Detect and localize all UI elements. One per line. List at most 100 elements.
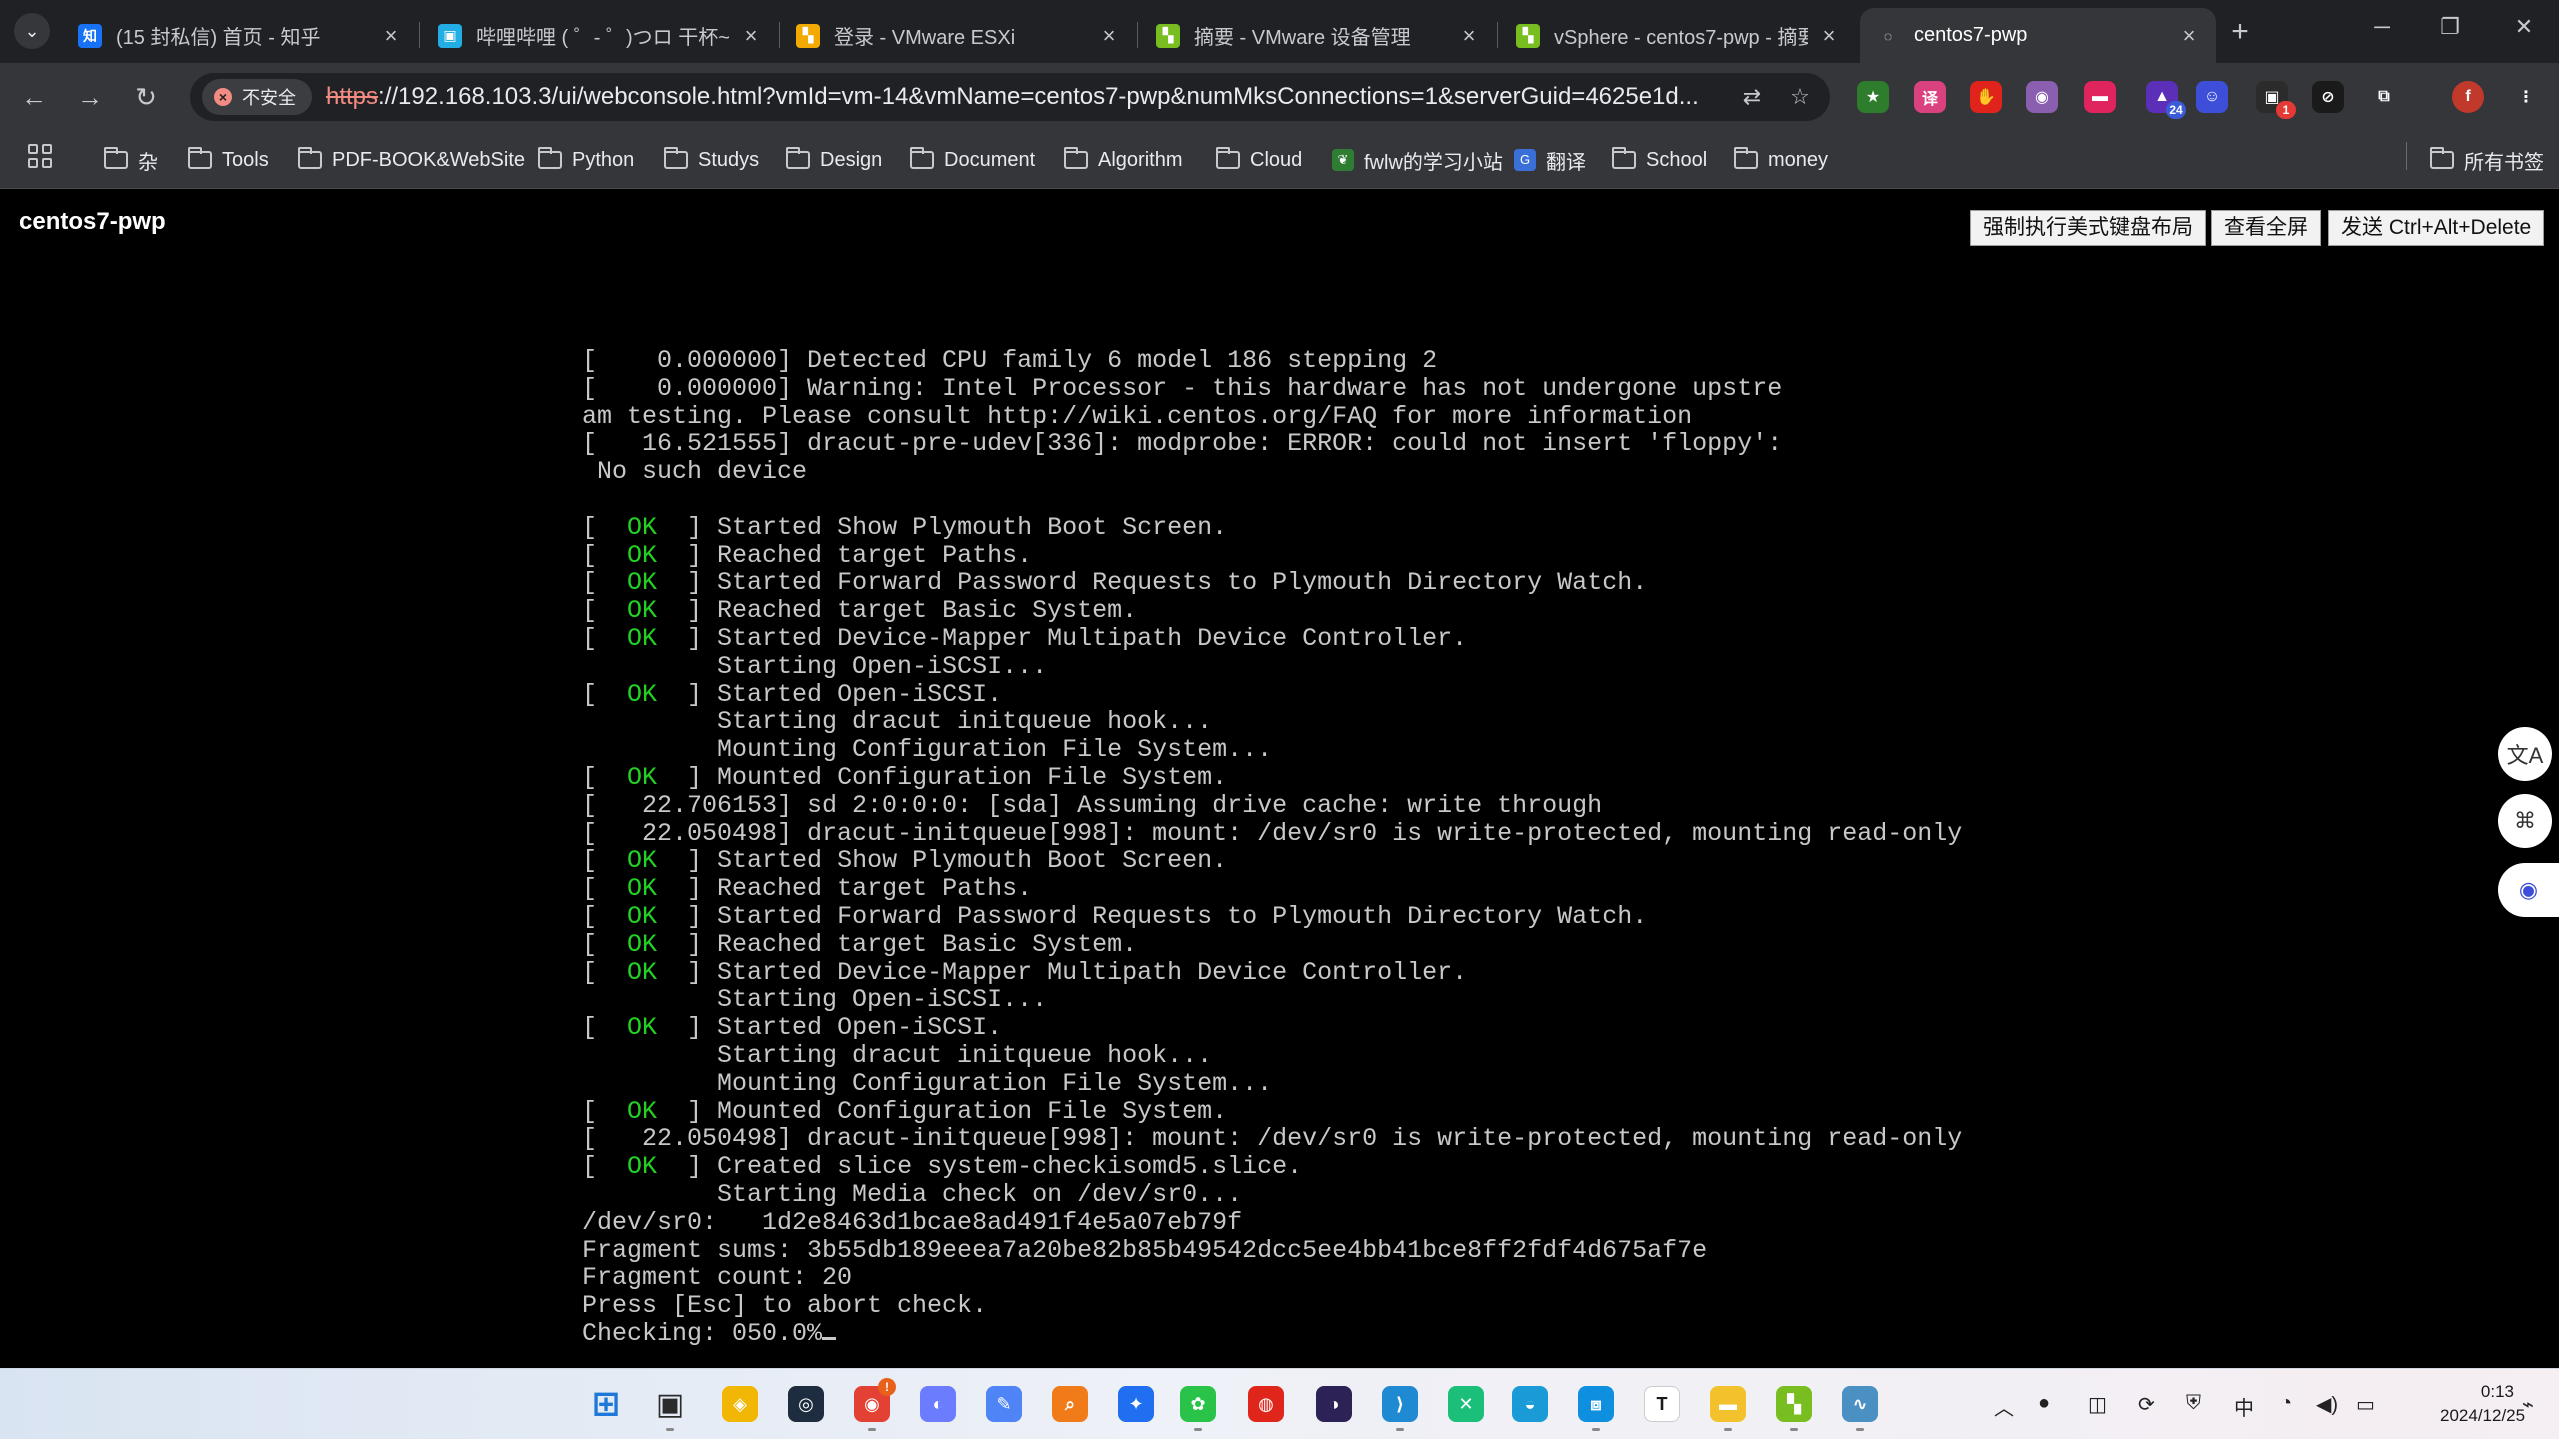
obs-icon[interactable]: ◎ [788,1386,824,1422]
translate-icon[interactable]: 文A [2498,727,2552,781]
cap-extension-icon[interactable]: ▲ 24 [2146,81,2186,119]
file-explorer-icon[interactable]: ▬ [1710,1386,1746,1422]
browser-tab[interactable]: ▣ 哔哩哔哩 ( ゜- ゜)つロ 干杯~-bili × [422,8,778,63]
vmware-icon: ▚ [1156,23,1180,48]
security-chip[interactable]: × 不安全 [202,79,312,115]
battery-icon[interactable]: ▭ [2356,1392,2375,1417]
browser-tab[interactable]: ◌ centos7-pwp × [1860,8,2216,63]
bookmark-item[interactable]: PDF-BOOK&WebSite [298,143,525,177]
wifi-icon[interactable]: ◔ [2280,1392,2292,1415]
bookmark-item[interactable]: Tools [188,143,269,177]
task-view-icon[interactable]: ▣ [652,1386,688,1422]
adblock-extension-icon[interactable]: ✋ [1970,81,2002,113]
bookmark-item[interactable]: Studys [664,143,759,177]
translate-page-icon[interactable]: ⇄ [1734,79,1770,115]
tab-title: 哔哩哔哩 ( ゜- ゜)つロ 干杯~-bili [476,27,730,49]
eclipse-icon[interactable]: ◑ [1316,1386,1352,1422]
volume-icon[interactable]: ◀) [2316,1392,2338,1417]
bookmark-item[interactable]: Document [910,143,1035,177]
force-us-keyboard-button[interactable]: 强制执行美式键盘布局 [1970,210,2206,246]
vsphere-client-icon[interactable]: ▚ [1776,1386,1812,1422]
screenshot-tray-icon[interactable]: ◫ [2088,1392,2107,1417]
bookmark-item[interactable]: Algorithm [1064,143,1182,177]
apps-grid-icon[interactable]: ⌘ [2498,794,2552,848]
browser-tab[interactable]: ▚ 摘要 - VMware 设备管理 × [1140,8,1496,63]
tab-search-chevron-icon[interactable]: ⌄ [14,13,50,49]
edge-icon[interactable]: ◒ [1512,1386,1548,1422]
ime-indicator[interactable]: 中 [2234,1392,2254,1421]
profile-avatar-icon[interactable]: f [2452,81,2484,113]
bookmark-item[interactable]: Python [538,143,634,177]
console-line: Press [Esc] to abort check. [582,1292,2002,1320]
new-tab-plus-icon[interactable]: + [2222,14,2258,50]
wechat-icon[interactable]: ✿ [1180,1386,1216,1422]
kebab-menu-icon[interactable]: ⋮ [2510,81,2542,113]
puzzle-icon[interactable]: ⧉ [2368,81,2400,113]
copilot-icon[interactable]: ◐ [920,1386,956,1422]
reload-icon[interactable]: ↻ [128,79,164,115]
search-app-icon[interactable]: ⌕ [1052,1386,1088,1422]
close-window-icon[interactable]: ✕ [2506,14,2542,40]
apps-grid-icon[interactable] [28,144,52,168]
url-text[interactable]: https://192.168.103.3/ui/webconsole.html… [326,83,1734,111]
sync-tray-icon[interactable]: ⟳ [2138,1392,2155,1417]
pink-extension-icon[interactable]: ▬ [2084,81,2116,113]
close-tab-icon[interactable]: × [2178,23,2200,49]
forward-arrow-icon[interactable]: → [72,79,108,115]
feishu-icon[interactable]: ✦ [1118,1386,1154,1422]
bot-extension-icon[interactable]: ☺ [2196,81,2228,113]
translate-extension-icon[interactable]: 译 [1914,81,1946,113]
close-tab-icon[interactable]: × [380,23,402,49]
bookmark-item[interactable]: School [1612,143,1707,177]
close-tab-icon[interactable]: × [740,23,762,49]
address-bar[interactable]: × 不安全 https://192.168.103.3/ui/webconsol… [190,73,1830,121]
snipping-icon[interactable]: ⧈ [1578,1386,1614,1422]
tab-title: vSphere - centos7-pwp - 摘要 [1554,27,1808,49]
star-extension-icon[interactable]: ★ [1857,81,1889,113]
pen-app-icon[interactable]: ✎ [986,1386,1022,1422]
browser-tab[interactable]: ▚ vSphere - centos7-pwp - 摘要 × [1500,8,1856,63]
compass-extension-icon[interactable]: ⊘ [2312,81,2344,113]
ok-status: OK [627,1013,658,1043]
vm-console-screen[interactable]: [ 0.000000] Detected CPU family 6 model … [582,347,2002,1367]
bookmark-item[interactable]: Cloud [1216,143,1302,177]
security-tray-icon[interactable]: ⛨ [2186,1392,2201,1415]
console-line-text: [ 0.000000] Detected CPU family 6 model … [582,346,1438,375]
assistant-bot-icon[interactable]: ◉ [2498,863,2559,917]
close-tab-icon[interactable]: × [1818,23,1840,49]
bookmark-item[interactable]: Design [786,143,882,177]
bookmark-item[interactable]: money [1734,143,1828,177]
picture-extension-icon[interactable]: ▣ 1 [2256,81,2296,119]
fullscreen-button[interactable]: 查看全屏 [2211,210,2321,246]
show-hidden-icons-chevron-icon[interactable]: ︿ [1994,1392,2014,1421]
restore-icon[interactable]: ❐ [2432,14,2468,40]
bookmark-item[interactable]: G 翻译 [1514,143,1586,177]
bookmark-item[interactable]: 杂 [104,143,158,177]
bookmark-star-icon[interactable]: ☆ [1782,79,1818,115]
yellow-app-icon[interactable]: ◈ [722,1386,758,1422]
wechat-tray-icon[interactable]: ● [2038,1392,2050,1415]
vscode-icon[interactable]: ⟩ [1382,1386,1418,1422]
typora-icon[interactable]: T [1644,1386,1680,1422]
purple-extension-icon[interactable]: ◉ [2026,81,2058,113]
browser-tab[interactable]: 知 (15 封私信) 首页 - 知乎 × [62,8,418,63]
browser-tab[interactable]: ▚ 登录 - VMware ESXi × [780,8,1136,63]
minimize-icon[interactable]: ─ [2364,14,2400,40]
bookmark-label: 翻译 [1546,151,1586,174]
close-tab-icon[interactable]: × [1458,23,1480,49]
running-indicator [1790,1428,1798,1431]
back-arrow-icon[interactable]: ← [16,79,52,115]
bookmark-item[interactable]: ❦ fwlw的学习小站 [1332,143,1503,177]
xmind-icon[interactable]: ✕ [1448,1386,1484,1422]
chrome-icon[interactable]: ◉! [854,1378,896,1422]
system-clock[interactable]: 0:13 2024/12/25 [2440,1380,2525,1428]
console-line: [ 0.000000] Detected CPU family 6 model … [582,347,2002,375]
netease-music-icon[interactable]: ◍ [1248,1386,1284,1422]
windows-start-icon[interactable]: ⊞ [588,1385,624,1423]
all-bookmarks[interactable]: 所有书签 [2430,143,2544,177]
send-ctrl-alt-delete-button[interactable]: 发送 Ctrl+Alt+Delete [2328,210,2545,246]
close-tab-icon[interactable]: × [1098,23,1120,49]
notification-bell-icon[interactable]: ⌁ [2522,1392,2534,1417]
ok-status: OK [627,596,658,626]
resource-monitor-icon[interactable]: ∿ [1842,1386,1878,1422]
